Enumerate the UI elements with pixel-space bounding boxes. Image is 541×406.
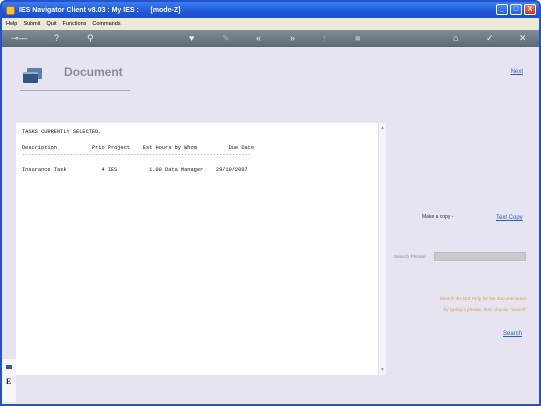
app-window: IES Navigator Client v8.03 : My IES : [m… <box>0 0 541 406</box>
menu-bar: Help Submit Quit Functions Commands <box>2 18 539 29</box>
search-hint-line2: by typing a phrase, then choose "search" <box>443 307 527 312</box>
menu-functions[interactable]: Functions <box>63 21 87 27</box>
report-separator: ----------------------------------------… <box>22 152 251 158</box>
page-title: Document <box>64 65 123 79</box>
search-link[interactable]: Search <box>503 331 522 337</box>
key-icon[interactable]: ⊸— <box>11 33 28 43</box>
help-icon[interactable]: ? <box>54 33 59 43</box>
scroll-down-icon[interactable]: ▼ <box>380 367 385 373</box>
title-bar: IES Navigator Client v8.03 : My IES : [m… <box>2 2 539 18</box>
title-divider <box>20 90 130 91</box>
search-phrase-label: Search Phrase <box>394 255 426 260</box>
menu-submit[interactable]: Submit <box>23 21 40 27</box>
maximize-button[interactable]: □ <box>510 4 522 15</box>
minimize-button[interactable]: _ <box>496 4 508 15</box>
scroll-up-icon[interactable]: ▲ <box>380 125 385 131</box>
search-icon[interactable]: ⚲ <box>87 33 94 43</box>
side-panel: E <box>2 359 16 402</box>
search-hint-line1: Search the IES Help for the documentatio… <box>439 296 527 301</box>
menu-quit[interactable]: Quit <box>46 21 56 27</box>
main-content: Document Next TASKS CURRENTLY SELECTED. … <box>2 47 539 402</box>
make-copy-label: Make a copy - <box>422 214 454 220</box>
window-title: IES Navigator Client v8.03 : My IES : [m… <box>19 6 181 14</box>
close-button[interactable]: X <box>524 4 536 15</box>
check-icon[interactable]: ✓ <box>486 33 494 43</box>
forward-icon[interactable]: » <box>290 33 295 43</box>
side-letter: E <box>6 377 12 386</box>
up-icon[interactable]: ↑ <box>322 33 327 43</box>
search-phrase-input[interactable] <box>434 252 526 261</box>
heart-icon[interactable]: ♥ <box>189 33 194 43</box>
document-icon <box>23 68 43 84</box>
report-panel: TASKS CURRENTLY SELECTED. Description Pr… <box>16 123 386 375</box>
toolbar: ⊸— ? ⚲ ♥ ✎ « » ↑ ■ ⌂ ✓ ✕ <box>2 30 539 47</box>
report-heading: TASKS CURRENTLY SELECTED. <box>22 129 102 135</box>
edit-icon[interactable]: ✎ <box>222 33 230 43</box>
report-row: Insurance Task 4 IES 1.00 Data Manager 2… <box>22 167 248 173</box>
menu-help[interactable]: Help <box>6 21 17 27</box>
next-link[interactable]: Next <box>511 69 523 75</box>
report-scrollbar[interactable]: ▲ ▼ <box>378 123 386 375</box>
home-icon[interactable]: ⌂ <box>453 33 458 43</box>
close-icon[interactable]: ✕ <box>519 33 527 43</box>
back-icon[interactable]: « <box>256 33 261 43</box>
text-copy-link[interactable]: Text Copy <box>496 215 523 221</box>
side-marker-icon <box>6 365 12 369</box>
stop-icon[interactable]: ■ <box>355 33 360 43</box>
window-controls: _ □ X <box>496 4 536 15</box>
menu-commands[interactable]: Commands <box>92 21 120 27</box>
app-icon <box>6 5 15 15</box>
report-columns: Description Prio Project Est Hours by Wh… <box>22 145 255 151</box>
